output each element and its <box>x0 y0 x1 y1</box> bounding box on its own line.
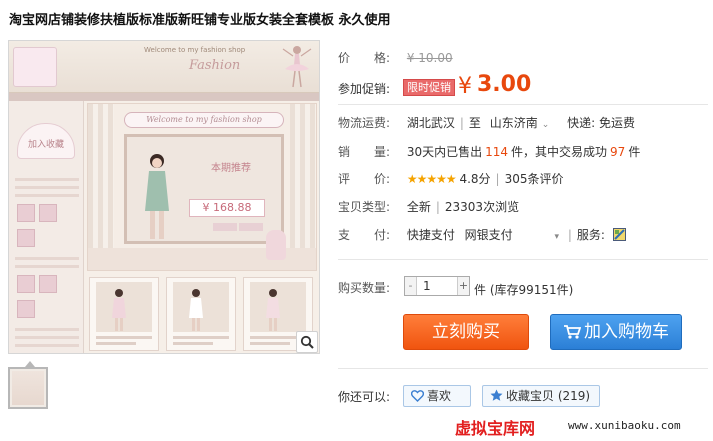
curtain-left <box>88 104 114 270</box>
sales-suffix: 件 <box>628 145 641 159</box>
curtain-right <box>290 104 316 270</box>
promo-mini-button <box>213 223 237 231</box>
sales-count: 114 <box>485 145 509 159</box>
share-label: 你还可以: <box>338 390 391 404</box>
shop-caption: Welcome to my fashion shop <box>144 46 246 54</box>
review-count-link[interactable]: 305条评价 <box>505 172 564 186</box>
buy-now-button[interactable]: 立刻购买 <box>403 314 529 350</box>
original-price: ¥ 10.00 <box>406 51 453 65</box>
rating-stars: ★★★★★ <box>406 172 457 186</box>
add-to-cart-button[interactable]: 加入购物车 <box>550 314 682 350</box>
star-icon <box>490 389 503 401</box>
shop-sidebar-preview: 加入收藏 <box>9 101 84 353</box>
model-figure <box>145 154 169 239</box>
promo-label: 参加促销: <box>338 82 391 96</box>
service-label: 服务: <box>576 228 605 242</box>
watermark-site-name: 虚拟宝库网 <box>455 419 536 438</box>
divider <box>338 368 708 369</box>
shop-header-preview: Welcome to my fashion shop Fashion <box>9 41 319 93</box>
shop-banner-preview: Welcome to my fashion shop 本期推荐 ¥ 168.88 <box>87 103 317 271</box>
collect-label: 收藏宝贝 (219) <box>506 389 591 403</box>
favorite-tag-preview: 加入收藏 <box>17 123 75 159</box>
product-title: 淘宝网店铺装修扶植版标准版新旺铺专业版女装全套模板 永久使用 <box>9 13 391 28</box>
sidebar-list-preview <box>15 173 79 353</box>
shipping-row: 物流运费: 湖北武汉 | 至 山东济南 ⌄ 快递: 免运费 <box>338 116 635 130</box>
promo-currency: ¥ <box>458 74 472 99</box>
qty-increment-button[interactable]: + <box>457 277 469 295</box>
qty-decrement-button[interactable]: - <box>405 277 417 295</box>
payment-row: 支 付: 快捷支付 网银支付 ▾ | 服务: <box>338 226 626 243</box>
watermark-url: www.xunibaoku.com <box>568 419 681 432</box>
sales-success: 97 <box>610 145 626 159</box>
shop-script-text: Fashion <box>189 58 241 73</box>
banner-welcome-text: Welcome to my fashion shop <box>124 112 284 128</box>
shipping-label: 物流运费: <box>338 116 391 130</box>
sales-row: 销 量: 30天内已售出 114 件，其中交易成功 97 件 <box>338 143 640 160</box>
price-label: 价 格: <box>338 51 391 65</box>
thumbnail-image[interactable] <box>8 367 48 409</box>
promo-frame: 本期推荐 ¥ 168.88 <box>124 134 284 244</box>
service-icon[interactable] <box>612 228 626 241</box>
item-condition: 全新 <box>406 200 431 214</box>
ballerina-figure <box>282 46 312 88</box>
rating-label: 评 价: <box>338 172 391 186</box>
like-button[interactable]: 喜欢 <box>403 385 471 407</box>
express-fee: 快递: 免运费 <box>567 116 635 130</box>
promo-title-text: 本期推荐 <box>211 163 251 174</box>
vase-decoration <box>266 230 286 260</box>
ship-from: 湖北武汉 <box>406 116 455 130</box>
cart-icon <box>564 325 582 339</box>
ship-to-prefix: 至 <box>468 116 481 130</box>
payment-bank: 网银支付 <box>464 228 513 242</box>
promo-price: 3.00 <box>477 72 532 97</box>
ship-to: 山东济南 <box>489 116 538 130</box>
promo-tag: 限时促销 <box>403 79 455 96</box>
buy-now-label: 立刻购买 <box>432 322 500 342</box>
rating-row: 评 价: ★★★★★ 4.8分 | 305条评价 <box>338 172 564 186</box>
ship-to-selector[interactable]: 山东济南 ⌄ <box>490 116 550 130</box>
promo-price-tag: ¥ 168.88 <box>189 199 265 217</box>
qty-row: 购买数量: <box>338 279 398 296</box>
quantity-input[interactable]: 1 <box>418 277 458 295</box>
payment-quick: 快捷支付 <box>406 228 455 242</box>
favorite-tag-text: 加入收藏 <box>27 140 64 150</box>
zoom-button[interactable] <box>296 331 318 353</box>
like-label: 喜欢 <box>427 389 452 403</box>
type-label: 宝贝类型: <box>338 200 391 214</box>
payment-label: 支 付: <box>338 228 391 242</box>
rating-score: 4.8分 <box>459 172 491 186</box>
product-card-preview <box>89 277 159 351</box>
dropdown-arrow-icon[interactable]: ▾ <box>555 232 560 242</box>
sales-label: 销 量: <box>338 145 391 159</box>
price-row: 价 格: ¥ 10.00 <box>338 49 453 66</box>
product-main-image[interactable]: Welcome to my fashion shop Fashion 加入收藏 <box>8 40 320 354</box>
add-to-cart-label: 加入购物车 <box>584 322 669 342</box>
sales-prefix: 30天内已售出 <box>406 145 483 159</box>
zoom-icon <box>300 335 314 349</box>
divider <box>338 259 708 260</box>
quantity-stepper: - 1 + <box>404 276 470 296</box>
heart-icon <box>410 390 425 402</box>
product-grid-preview <box>87 273 317 353</box>
shop-nav-bar-preview <box>9 93 319 101</box>
collect-button[interactable]: 收藏宝贝 (219) <box>482 385 600 407</box>
product-card-preview <box>166 277 236 351</box>
view-count: 23303次浏览 <box>444 200 520 214</box>
divider <box>338 104 708 105</box>
shop-logo-preview <box>13 47 57 87</box>
stock-text: 件 (库存99151件) <box>474 283 574 297</box>
qty-label: 购买数量: <box>338 281 391 295</box>
sales-mid: 件，其中交易成功 <box>511 145 608 159</box>
promo-mini-button <box>239 223 263 231</box>
dropdown-arrow-icon: ⌄ <box>541 120 550 130</box>
type-row: 宝贝类型: 全新 | 23303次浏览 <box>338 200 520 214</box>
